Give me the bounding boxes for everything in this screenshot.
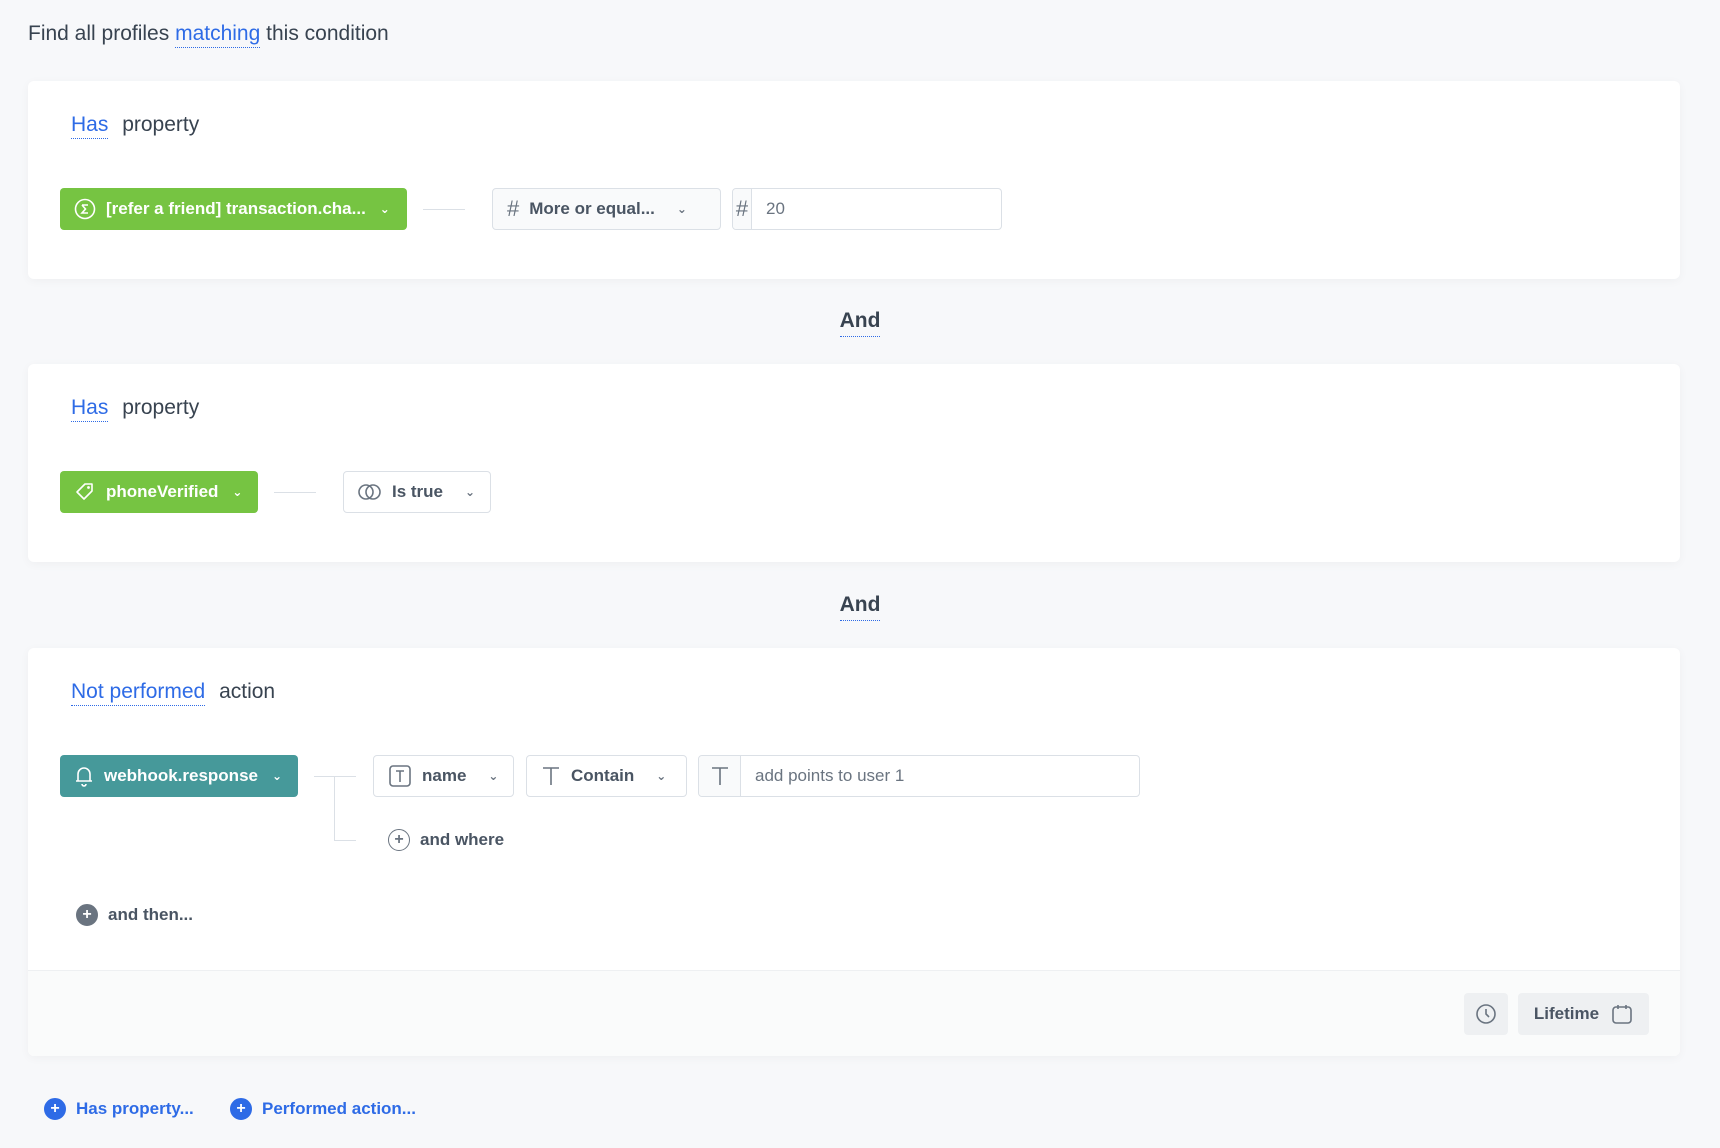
headline-suffix: this condition <box>266 22 389 45</box>
and-then-label: and then... <box>108 905 193 924</box>
action-chip-label: webhook.response <box>104 766 258 785</box>
hash-icon: # <box>507 196 520 221</box>
tree-line <box>334 840 356 841</box>
property-chip[interactable]: phoneVerified ⌄ <box>60 471 258 513</box>
and-where-label: and where <box>420 830 505 849</box>
condition-type: property <box>122 396 200 419</box>
operator-label: More or equal... <box>529 199 655 218</box>
plus-circle-icon: + <box>76 904 98 926</box>
and-connector-2: And <box>0 593 1720 621</box>
lifetime-label: Lifetime <box>1533 1004 1600 1023</box>
sigma-icon <box>74 198 96 220</box>
condition-type: action <box>219 680 276 703</box>
condition-type: property <box>122 113 200 136</box>
plus-circle-icon: + <box>44 1098 66 1120</box>
operator-label: Contain <box>571 766 635 785</box>
condition-title: Not performed action <box>71 680 276 706</box>
chevron-down-icon: ⌄ <box>465 485 476 499</box>
add-has-property-button[interactable]: + Has property... <box>44 1098 194 1120</box>
value-input-group: # <box>732 188 1002 230</box>
condition-title: Has property <box>71 113 200 139</box>
tag-icon <box>74 481 96 503</box>
qualifier-dropdown[interactable]: Has <box>71 113 109 139</box>
operator-label: Is true <box>392 482 444 501</box>
condition-title: Has property <box>71 396 200 422</box>
text-icon <box>699 756 741 796</box>
plus-circle-icon: + <box>388 829 410 851</box>
hash-icon: # <box>733 189 752 229</box>
toggle-icon <box>358 483 382 501</box>
match-mode-dropdown[interactable]: matching <box>175 22 261 48</box>
operator-select[interactable]: Is true ⌄ <box>343 471 491 513</box>
value-input[interactable] <box>741 756 1139 796</box>
operator-select[interactable]: Contain ⌄ <box>526 755 687 797</box>
add-has-property-label: Has property... <box>76 1099 194 1118</box>
qualifier-dropdown[interactable]: Has <box>71 396 109 422</box>
condition-card-3: Not performed action webhook.response ⌄ … <box>28 648 1680 1056</box>
qualifier-dropdown[interactable]: Not performed <box>71 680 206 706</box>
add-performed-action-label: Performed action... <box>262 1099 416 1118</box>
bell-icon <box>74 765 94 787</box>
and-dropdown[interactable]: And <box>839 593 881 621</box>
add-performed-action-button[interactable]: + Performed action... <box>230 1098 416 1120</box>
chevron-down-icon: ⌄ <box>232 485 243 499</box>
connector-line <box>423 209 465 210</box>
connector-line <box>314 776 356 777</box>
plus-circle-icon: + <box>230 1098 252 1120</box>
param-label: name <box>422 766 467 785</box>
and-connector-1: And <box>0 309 1720 337</box>
operator-select[interactable]: # More or equal... ⌄ <box>492 188 721 230</box>
tree-line <box>334 776 335 840</box>
clock-icon <box>1475 1003 1497 1025</box>
property-chip-label: phoneVerified <box>106 482 219 501</box>
property-chip-label: [refer a friend] transaction.cha... <box>106 199 366 218</box>
param-select[interactable]: name ⌄ <box>373 755 514 797</box>
lifetime-button[interactable]: Lifetime <box>1518 993 1649 1035</box>
time-range-footer: Lifetime <box>28 970 1680 1056</box>
text-icon <box>541 765 561 787</box>
connector-line <box>274 492 316 493</box>
condition-card-2: Has property phoneVerified ⌄ Is true ⌄ <box>28 364 1680 562</box>
chevron-down-icon: ⌄ <box>488 769 499 783</box>
chevron-down-icon: ⌄ <box>656 769 667 783</box>
time-filter-button[interactable] <box>1464 993 1508 1035</box>
value-input[interactable] <box>752 189 1001 229</box>
calendar-icon <box>1611 1003 1633 1025</box>
and-then-button[interactable]: + and then... <box>76 904 193 926</box>
chevron-down-icon: ⌄ <box>676 202 687 216</box>
condition-card-1: Has property [refer a friend] transactio… <box>28 81 1680 279</box>
chevron-down-icon: ⌄ <box>271 769 283 783</box>
action-chip[interactable]: webhook.response ⌄ <box>60 755 298 797</box>
value-input-group <box>698 755 1140 797</box>
property-chip[interactable]: [refer a friend] transaction.cha... ⌄ <box>60 188 407 230</box>
headline: Find all profiles matching this conditio… <box>28 22 389 48</box>
headline-prefix: Find all profiles <box>28 22 170 45</box>
text-box-icon <box>388 764 412 788</box>
and-dropdown[interactable]: And <box>839 309 881 337</box>
chevron-down-icon: ⌄ <box>379 202 390 216</box>
and-where-button[interactable]: + and where <box>388 829 504 851</box>
segment-condition-builder: Find all profiles matching this conditio… <box>0 0 1720 1148</box>
